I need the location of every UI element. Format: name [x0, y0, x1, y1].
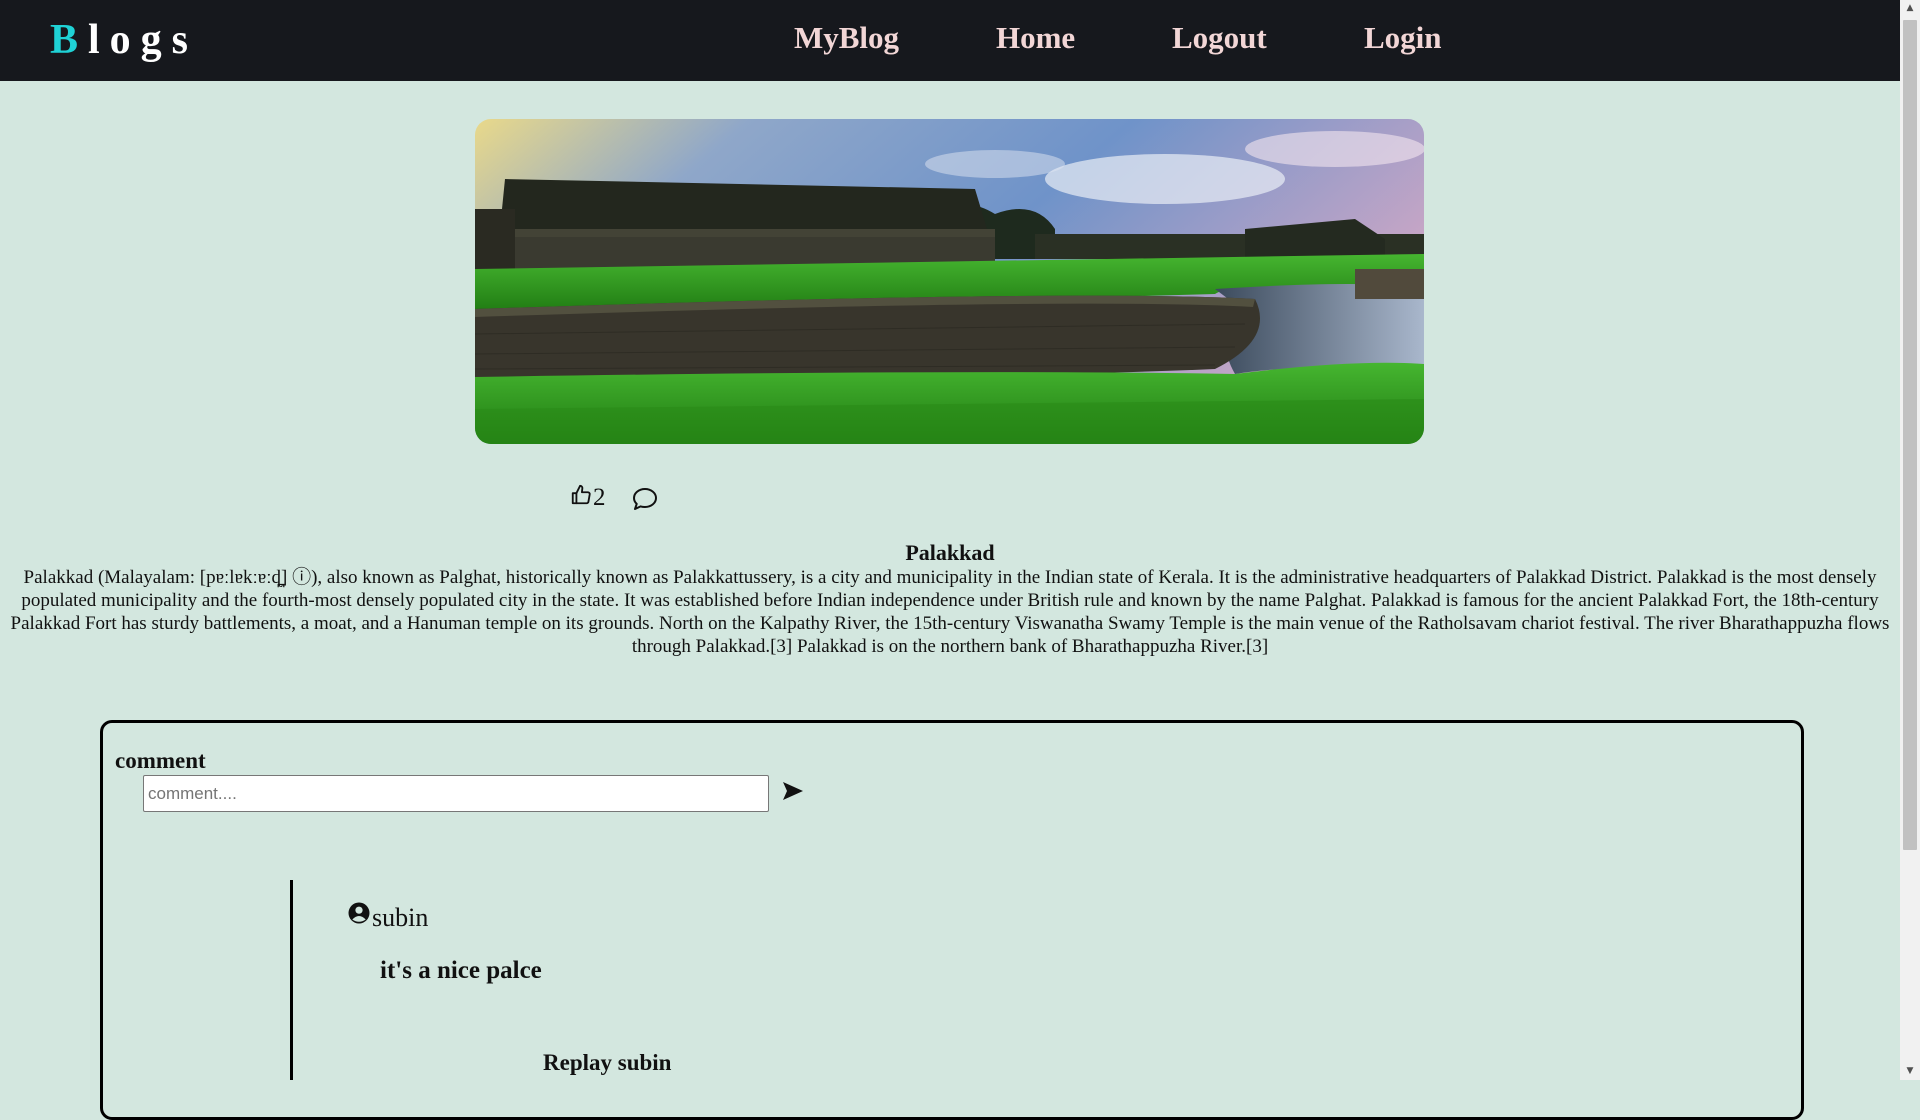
comment-thread-line	[290, 880, 293, 1080]
like-count: 2	[593, 484, 606, 511]
thumbs-up-icon	[570, 484, 592, 511]
comment-button[interactable]	[632, 487, 658, 516]
nav-myblog-link[interactable]: MyBlog	[794, 20, 899, 56]
nav-logout-link[interactable]: Logout	[1172, 20, 1267, 56]
nav-home-link[interactable]: Home	[996, 20, 1075, 56]
reply-button[interactable]: Replay subin	[543, 1050, 671, 1076]
navbar: Blogs MyBlog Home Logout Login	[0, 0, 1900, 81]
page-scrollbar[interactable]: ▲ ▼	[1900, 0, 1920, 1080]
post-body: Palakkad (Malayalam: [pɐːlɐkːɐːɖ̪] ⓘ), a…	[10, 567, 1890, 657]
speech-bubble-icon	[632, 488, 658, 515]
comment-author: subin	[348, 901, 429, 933]
scrollbar-thumb[interactable]	[1903, 20, 1917, 850]
nav-login-link[interactable]: Login	[1364, 20, 1442, 56]
comment-author-name: subin	[372, 903, 429, 932]
comment-label: comment	[115, 748, 206, 773]
scroll-down-icon[interactable]: ▼	[1900, 1063, 1920, 1080]
send-comment-button[interactable]	[782, 781, 804, 806]
scroll-up-icon[interactable]: ▲	[1900, 0, 1920, 17]
brand-rest: logs	[88, 17, 199, 63]
brand-initial: B	[50, 17, 89, 63]
post-image	[475, 119, 1424, 444]
comment-text: it's a nice palce	[380, 957, 542, 984]
post-title: Palakkad	[905, 540, 995, 565]
brand-logo[interactable]: Blogs	[50, 16, 198, 64]
user-circle-icon	[348, 901, 370, 931]
like-button[interactable]: 2	[570, 484, 606, 511]
send-arrow-icon	[782, 782, 804, 805]
comment-input[interactable]	[143, 775, 769, 812]
